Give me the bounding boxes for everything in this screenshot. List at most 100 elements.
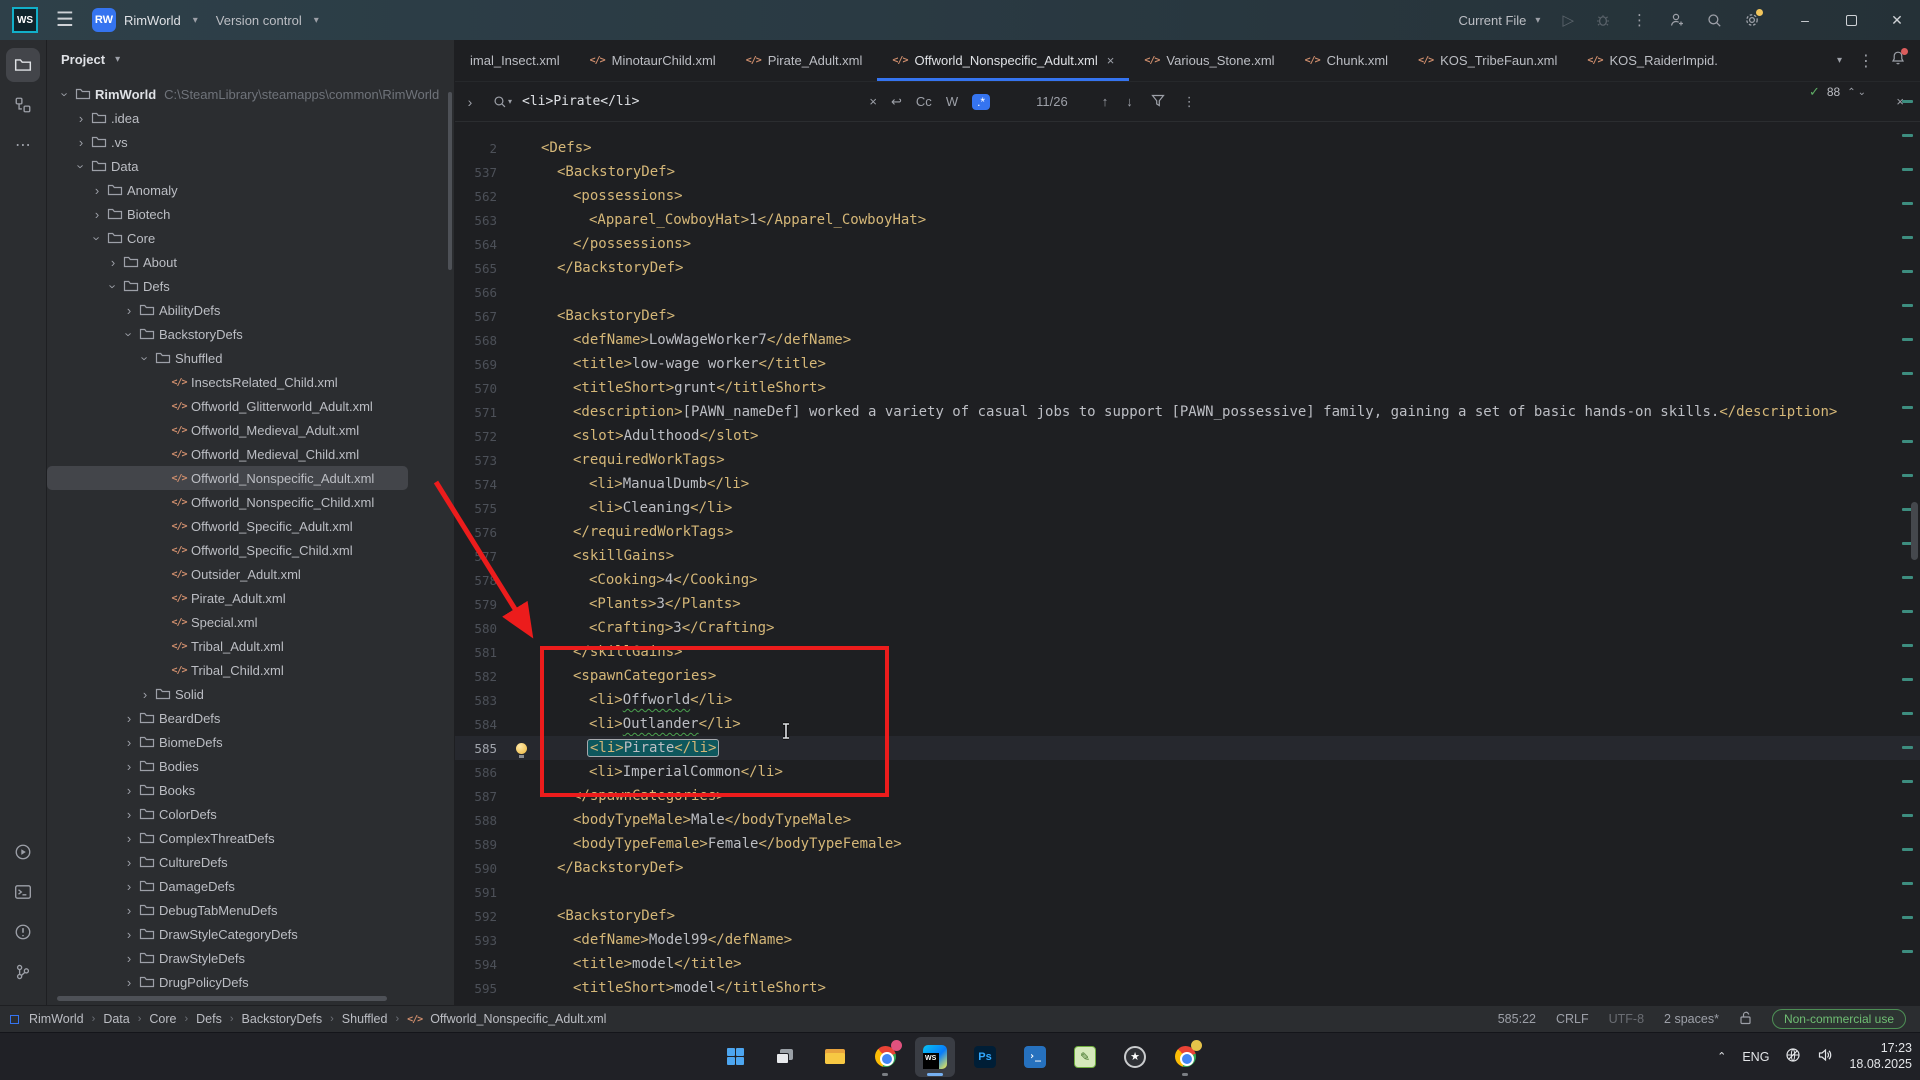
editor-tab[interactable]: </>Chunk.xml [1290, 40, 1403, 81]
git-tool-window-button[interactable] [6, 955, 40, 989]
tree-item[interactable]: ›DrawStyleDefs [47, 946, 454, 970]
match-case-toggle[interactable]: Cc [916, 94, 932, 109]
notifications-bell-icon[interactable] [1890, 50, 1906, 71]
code-line[interactable]: 573<requiredWorkTags> [455, 448, 1920, 472]
debug-icon[interactable] [1596, 13, 1610, 27]
editor-scrollbar-thumb[interactable] [1911, 502, 1918, 560]
photoshop-button[interactable]: Ps [965, 1037, 1005, 1077]
run-configuration-selector[interactable]: Current File ▾ [1459, 13, 1541, 28]
tree-item[interactable]: ›AbilityDefs [47, 298, 454, 322]
code-line[interactable]: 577<skillGains> [455, 544, 1920, 568]
powershell-button[interactable]: ›_ [1015, 1037, 1055, 1077]
tree-item[interactable]: </>Offworld_Specific_Adult.xml [47, 514, 454, 538]
intention-bulb-icon[interactable] [501, 743, 541, 754]
tree-item[interactable]: </>Offworld_Medieval_Adult.xml [47, 418, 454, 442]
file-explorer-button[interactable] [815, 1037, 855, 1077]
tree-item[interactable]: </>Offworld_Nonspecific_Adult.xml [47, 466, 408, 490]
editor-tab[interactable]: </>Pirate_Adult.xml [731, 40, 878, 81]
regex-toggle[interactable]: .* [972, 94, 990, 110]
tree-chevron-icon[interactable]: › [105, 255, 121, 270]
breadcrumb-file[interactable]: Offworld_Nonspecific_Adult.xml [430, 1012, 606, 1026]
search-input[interactable]: ▾ <li>Pirate</li> [485, 94, 639, 109]
run-icon[interactable]: ▷ [1562, 11, 1574, 29]
tree-chevron-icon[interactable]: › [121, 975, 137, 990]
tree-item[interactable]: ›Defs [47, 274, 454, 298]
code-line[interactable]: 585<li>Pirate</li> [455, 736, 1920, 760]
search-icon[interactable]: ▾ [493, 95, 512, 109]
project-panel-header[interactable]: Project ▾ [47, 40, 454, 78]
tree-item[interactable]: ›About [47, 250, 454, 274]
tree-chevron-icon[interactable]: › [74, 158, 89, 174]
webstorm-button[interactable]: WS [915, 1037, 955, 1077]
code-line[interactable]: 569<title>low-wage worker</title> [455, 352, 1920, 376]
tree-item[interactable]: </>Pirate_Adult.xml [47, 586, 454, 610]
tree-item[interactable]: ›Shuffled [47, 346, 454, 370]
code-line[interactable]: 591 [455, 880, 1920, 904]
code-line[interactable]: 594<title>model</title> [455, 952, 1920, 976]
code-line[interactable]: 567<BackstoryDef> [455, 304, 1920, 328]
code-line[interactable]: 587</spawnCategories> [455, 784, 1920, 808]
code-line[interactable]: 566 [455, 280, 1920, 304]
chrome-secondary-button[interactable] [1165, 1037, 1205, 1077]
tree-chevron-icon[interactable]: › [73, 111, 89, 126]
tree-chevron-icon[interactable]: › [138, 350, 153, 366]
code-line[interactable]: 588<bodyTypeMale>Male</bodyTypeMale> [455, 808, 1920, 832]
star-app-button[interactable]: ★ [1115, 1037, 1155, 1077]
maximize-button[interactable] [1828, 0, 1874, 40]
filter-icon[interactable] [1151, 94, 1165, 110]
tree-chevron-icon[interactable]: › [58, 86, 73, 102]
tree-chevron-icon[interactable]: › [137, 687, 153, 702]
more-tool-windows-icon[interactable]: ⋯ [6, 128, 40, 162]
code-line[interactable]: 537<BackstoryDef> [455, 160, 1920, 184]
tree-chevron-icon[interactable]: › [121, 903, 137, 918]
tree-item[interactable]: ›Solid [47, 682, 454, 706]
code-line[interactable]: 590</BackstoryDef> [455, 856, 1920, 880]
tree-chevron-icon[interactable]: › [121, 303, 137, 318]
search-everywhere-icon[interactable] [1707, 13, 1722, 28]
tree-item[interactable]: ›ColorDefs [47, 802, 454, 826]
tree-item[interactable]: ›DamageDefs [47, 874, 454, 898]
caret-position-widget[interactable]: 585:22 [1498, 1012, 1536, 1026]
tree-item[interactable]: </>Offworld_Medieval_Child.xml [47, 442, 454, 466]
clear-search-icon[interactable]: × [869, 94, 877, 109]
code-line[interactable]: 563<Apparel_CowboyHat>1</Apparel_CowboyH… [455, 208, 1920, 232]
inspections-nav-icons[interactable]: ⌃⌄ [1847, 87, 1868, 98]
tree-chevron-icon[interactable]: › [121, 783, 137, 798]
tree-item[interactable]: ›BeardDefs [47, 706, 454, 730]
code-line[interactable]: 581</skillGains> [455, 640, 1920, 664]
code-line[interactable]: 572<slot>Adulthood</slot> [455, 424, 1920, 448]
next-match-icon[interactable]: ↓ [1126, 94, 1133, 109]
project-tool-window-button[interactable] [6, 48, 40, 82]
tree-item[interactable]: ›DrugPolicyDefs [47, 970, 454, 994]
breadcrumb-item[interactable]: RimWorld [29, 1012, 84, 1026]
breadcrumb-item[interactable]: Shuffled [342, 1012, 388, 1026]
tree-item[interactable]: ›BackstoryDefs [47, 322, 454, 346]
search-options-icon[interactable]: ⋮ [1183, 94, 1196, 110]
code-line[interactable]: 565</BackstoryDef> [455, 256, 1920, 280]
code-line[interactable]: 574<li>ManualDumb</li> [455, 472, 1920, 496]
tree-item[interactable]: ›Books [47, 778, 454, 802]
tray-expand-icon[interactable]: ⌃ [1717, 1050, 1726, 1063]
tree-item[interactable]: </>Tribal_Adult.xml [47, 634, 454, 658]
tree-item[interactable]: </>Outsider_Adult.xml [47, 562, 454, 586]
line-separator-widget[interactable]: CRLF [1556, 1012, 1589, 1026]
volume-icon[interactable] [1817, 1047, 1833, 1066]
whole-words-toggle[interactable]: W [946, 94, 958, 109]
main-menu-icon[interactable]: ☰ [56, 10, 74, 30]
tree-item[interactable]: ›ComplexThreatDefs [47, 826, 454, 850]
license-badge[interactable]: Non-commercial use [1772, 1009, 1906, 1029]
start-button[interactable] [715, 1037, 755, 1077]
breadcrumb-item[interactable]: Defs [196, 1012, 222, 1026]
unlock-icon[interactable] [1739, 1011, 1752, 1028]
tree-vertical-scrollbar[interactable] [448, 92, 452, 270]
tree-chevron-icon[interactable]: › [106, 278, 121, 294]
code-line[interactable]: 575<li>Cleaning</li> [455, 496, 1920, 520]
tree-chevron-icon[interactable]: › [121, 735, 137, 750]
tree-item[interactable]: ›.idea [47, 106, 454, 130]
more-actions-icon[interactable]: ⋮ [1632, 11, 1647, 29]
tree-item[interactable]: </>InsectsRelated_Child.xml [47, 370, 454, 394]
language-indicator[interactable]: ENG [1742, 1050, 1769, 1064]
code-line[interactable]: 583<li>Offworld</li> [455, 688, 1920, 712]
notepad-button[interactable]: ✎ [1065, 1037, 1105, 1077]
tree-chevron-icon[interactable]: › [121, 879, 137, 894]
